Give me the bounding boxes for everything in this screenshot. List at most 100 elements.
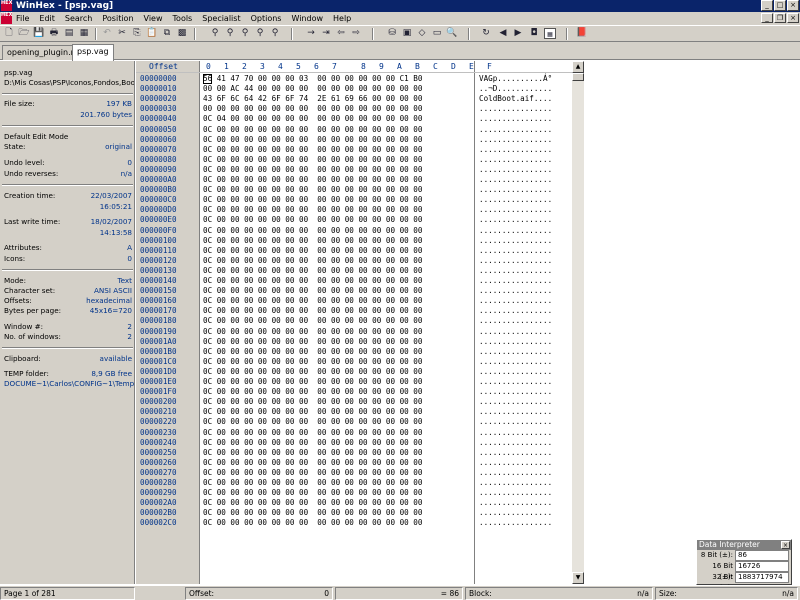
row-hex-bytes[interactable]: 0C 00 00 00 00 00 00 00 00 00 00 00 00 0… (203, 518, 422, 528)
row-text[interactable]: ................ (479, 286, 552, 296)
menu-help[interactable]: Help (333, 14, 351, 23)
hex-row[interactable]: 000002C0 0C 00 00 00 00 00 00 00 00 00 00… (136, 518, 572, 528)
row-text[interactable]: ................ (479, 215, 552, 225)
row-hex-bytes[interactable]: 00 00 AC 44 00 00 00 00 00 00 00 00 00 0… (203, 84, 422, 94)
row-text[interactable]: ................ (479, 478, 552, 488)
previous-icon[interactable]: ◀ (497, 28, 509, 39)
row-hex-bytes[interactable]: 0C 00 00 00 00 00 00 00 00 00 00 00 00 0… (203, 337, 422, 347)
interpreter-value[interactable]: 1883717974 (735, 572, 789, 583)
hex-row[interactable]: 000002A0 0C 00 00 00 00 00 00 00 00 00 00… (136, 498, 572, 508)
hex-row[interactable]: 000000C0 0C 00 00 00 00 00 00 00 00 00 00… (136, 195, 572, 205)
status-offset[interactable]: Offset: 0 (185, 587, 333, 600)
scroll-down-button[interactable]: ▼ (572, 572, 584, 584)
hex-row[interactable]: 000001D0 0C 00 00 00 00 00 00 00 00 00 00… (136, 367, 572, 377)
row-text[interactable]: ................ (479, 165, 552, 175)
hex-row[interactable]: 000000D0 0C 00 00 00 00 00 00 00 00 00 00… (136, 205, 572, 215)
row-hex-bytes[interactable]: 0C 00 00 00 00 00 00 00 00 00 00 00 00 0… (203, 428, 422, 438)
hex-row[interactable]: 00000220 0C 00 00 00 00 00 00 00 00 00 00… (136, 417, 572, 427)
paste-write-icon[interactable]: ⧉ (161, 28, 173, 39)
row-text[interactable]: ................ (479, 125, 552, 135)
row-hex-bytes[interactable]: 0C 00 00 00 00 00 00 00 00 00 00 00 00 0… (203, 256, 422, 266)
row-text[interactable]: VAGp..........Á° (479, 74, 552, 84)
row-hex-bytes[interactable]: 0C 00 00 00 00 00 00 00 00 00 00 00 00 0… (203, 195, 422, 205)
disk-tools-icon[interactable]: ◇ (416, 28, 428, 39)
hex-row[interactable]: 00000160 0C 00 00 00 00 00 00 00 00 00 00… (136, 296, 572, 306)
row-hex-bytes[interactable]: 0C 00 00 00 00 00 00 00 00 00 00 00 00 0… (203, 155, 422, 165)
row-text[interactable]: ................ (479, 377, 552, 387)
row-text[interactable]: ................ (479, 135, 552, 145)
help-book-icon[interactable]: 📕 (576, 28, 588, 39)
undo-icon[interactable]: ↶ (101, 28, 113, 39)
row-text[interactable]: ................ (479, 498, 552, 508)
row-text[interactable]: ................ (479, 347, 552, 357)
row-hex-bytes[interactable]: 0C 00 00 00 00 00 00 00 00 00 00 00 00 0… (203, 498, 422, 508)
scroll-up-button[interactable]: ▲ (572, 61, 584, 73)
hex-editor[interactable]: Offset 0 1 2 3 4 5 6 7 8 9 A B C D E F 0… (136, 61, 572, 584)
row-text[interactable]: ..¬D............ (479, 84, 552, 94)
row-hex-bytes[interactable]: 0C 00 00 00 00 00 00 00 00 00 00 00 00 0… (203, 276, 422, 286)
hex-row[interactable]: 000001E0 0C 00 00 00 00 00 00 00 00 00 00… (136, 377, 572, 387)
row-hex-bytes[interactable]: 0C 00 00 00 00 00 00 00 00 00 00 00 00 0… (203, 205, 422, 215)
hex-row[interactable]: 000001A0 0C 00 00 00 00 00 00 00 00 00 00… (136, 337, 572, 347)
row-hex-bytes[interactable]: 0C 00 00 00 00 00 00 00 00 00 00 00 00 0… (203, 448, 422, 458)
row-hex-bytes[interactable]: 0C 00 00 00 00 00 00 00 00 00 00 00 00 0… (203, 458, 422, 468)
row-hex-bytes[interactable]: 0C 00 00 00 00 00 00 00 00 00 00 00 00 0… (203, 357, 422, 367)
row-hex-bytes[interactable]: 00 00 00 00 00 00 00 00 00 00 00 00 00 0… (203, 104, 422, 114)
row-text[interactable]: ................ (479, 337, 552, 347)
paste-icon[interactable]: 📋 (146, 28, 158, 39)
row-hex-bytes[interactable]: 0C 00 00 00 00 00 00 00 00 00 00 00 00 0… (203, 215, 422, 225)
row-text[interactable]: ................ (479, 387, 552, 397)
row-text[interactable]: ................ (479, 256, 552, 266)
row-hex-bytes[interactable]: 0C 00 00 00 00 00 00 00 00 00 00 00 00 0… (203, 407, 422, 417)
table-icon[interactable]: ▦ (544, 28, 556, 39)
row-hex-bytes[interactable]: 0C 00 00 00 00 00 00 00 00 00 00 00 00 0… (203, 417, 422, 427)
menu-search[interactable]: Search (65, 14, 92, 23)
vertical-scrollbar[interactable]: ▲ ▼ (572, 61, 584, 584)
find-text-icon[interactable]: ⚲ (209, 28, 221, 39)
row-hex-bytes[interactable]: 0C 00 00 00 00 00 00 00 00 00 00 00 00 0… (203, 286, 422, 296)
row-hex-bytes[interactable]: 0C 00 00 00 00 00 00 00 00 00 00 00 00 0… (203, 488, 422, 498)
row-text[interactable]: ................ (479, 185, 552, 195)
row-hex-bytes[interactable]: 0C 00 00 00 00 00 00 00 00 00 00 00 00 0… (203, 185, 422, 195)
row-hex-bytes[interactable]: 0C 00 00 00 00 00 00 00 00 00 00 00 00 0… (203, 296, 422, 306)
row-text[interactable]: ................ (479, 175, 552, 185)
interpreter-value[interactable]: 16726 (735, 561, 789, 572)
hex-row[interactable]: 00000050 0C 00 00 00 00 00 00 00 00 00 00… (136, 125, 572, 135)
row-hex-bytes[interactable]: 0C 00 00 00 00 00 00 00 00 00 00 00 00 0… (203, 226, 422, 236)
goto-offset-icon[interactable]: → (305, 28, 317, 39)
hex-row[interactable]: 00000060 0C 00 00 00 00 00 00 00 00 00 00… (136, 135, 572, 145)
status-block[interactable]: Block: n/a (465, 587, 653, 600)
properties-icon[interactable]: ▤ (63, 28, 75, 39)
row-text[interactable]: ................ (479, 428, 552, 438)
menu-specialist[interactable]: Specialist (202, 14, 240, 23)
hex-row[interactable]: 00000100 0C 00 00 00 00 00 00 00 00 00 00… (136, 236, 572, 246)
row-text[interactable]: ................ (479, 417, 552, 427)
save-all-icon[interactable]: ▦ (78, 28, 90, 39)
hex-row[interactable]: 000000A0 0C 00 00 00 00 00 00 00 00 00 00… (136, 175, 572, 185)
scroll-thumb[interactable] (572, 73, 584, 81)
find-hex-icon[interactable]: ⚲ (224, 28, 236, 39)
calculator-icon[interactable]: ▭ (431, 28, 443, 39)
row-hex-bytes[interactable]: 0C 00 00 00 00 00 00 00 00 00 00 00 00 0… (203, 367, 422, 377)
close-button[interactable]: × (787, 0, 799, 11)
hex-row[interactable]: 00000200 0C 00 00 00 00 00 00 00 00 00 00… (136, 397, 572, 407)
hex-row[interactable]: 00000020 43 6F 6C 64 42 6F 6F 74 2E 61 69… (136, 94, 572, 104)
row-text[interactable]: ................ (479, 438, 552, 448)
hex-row[interactable]: 00000120 0C 00 00 00 00 00 00 00 00 00 00… (136, 256, 572, 266)
row-hex-bytes[interactable]: 0C 00 00 00 00 00 00 00 00 00 00 00 00 0… (203, 347, 422, 357)
undo-history-icon[interactable]: ↻ (480, 28, 492, 39)
row-text[interactable]: ................ (479, 205, 552, 215)
hex-row[interactable]: 00000210 0C 00 00 00 00 00 00 00 00 00 00… (136, 407, 572, 417)
row-text[interactable]: ................ (479, 357, 552, 367)
hex-row[interactable]: 000000F0 0C 00 00 00 00 00 00 00 00 00 00… (136, 226, 572, 236)
hex-row[interactable]: 00000230 0C 00 00 00 00 00 00 00 00 00 00… (136, 428, 572, 438)
row-text[interactable]: ................ (479, 104, 552, 114)
minimize-button[interactable]: _ (761, 0, 773, 11)
row-text[interactable]: ................ (479, 397, 552, 407)
hex-row[interactable]: 00000030 00 00 00 00 00 00 00 00 00 00 00… (136, 104, 572, 114)
row-hex-bytes[interactable]: 0C 00 00 00 00 00 00 00 00 00 00 00 00 0… (203, 438, 422, 448)
row-text[interactable]: ................ (479, 236, 552, 246)
analyze-icon[interactable]: 🔍 (446, 28, 458, 39)
fill-block-icon[interactable]: ▩ (176, 28, 188, 39)
row-hex-bytes[interactable]: 0C 00 00 00 00 00 00 00 00 00 00 00 00 0… (203, 266, 422, 276)
